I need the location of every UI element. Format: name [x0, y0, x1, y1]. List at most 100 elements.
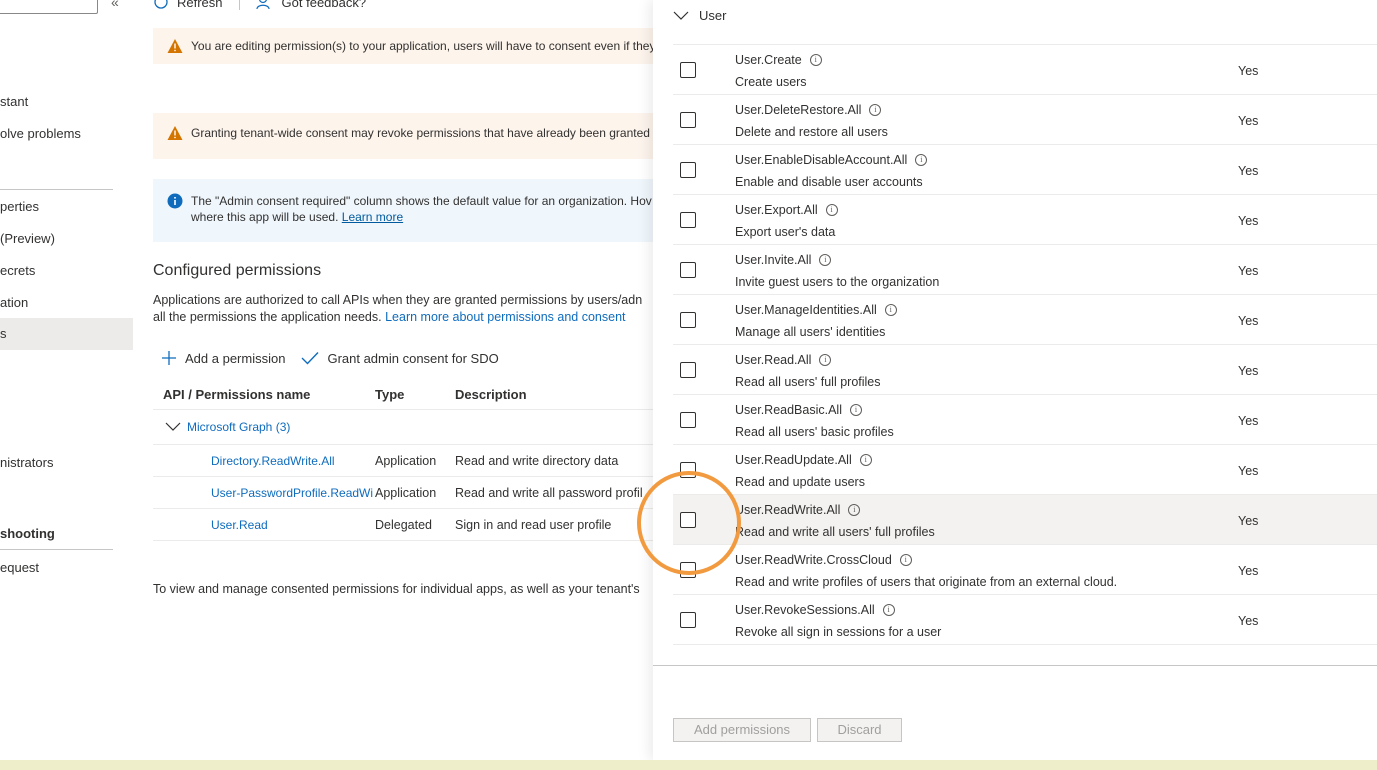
desc-line-2: all the permissions the application need…	[153, 309, 653, 326]
info-icon[interactable]: i	[819, 354, 832, 366]
info-icon[interactable]: i	[899, 554, 912, 566]
nav-item-secrets[interactable]: ecrets	[0, 255, 133, 287]
permissions-consent-link[interactable]: Learn more about permissions and consent	[385, 310, 625, 324]
group-microsoft-graph[interactable]: Microsoft Graph (3)	[153, 410, 653, 445]
permission-checkbox[interactable]	[680, 562, 696, 578]
permission-name: User.Create i	[735, 53, 822, 67]
permission-checkbox[interactable]	[680, 162, 696, 178]
admin-consent-required: Yes	[1238, 64, 1259, 78]
info-icon[interactable]: i	[825, 204, 838, 216]
refresh-button[interactable]: Refresh	[153, 0, 223, 10]
permission-name: User.ReadWrite.All i	[735, 503, 861, 517]
nav-item-diagnose-problems[interactable]: olve problems	[0, 118, 133, 150]
permission-name-link[interactable]: User-PasswordProfile.ReadWi	[153, 486, 375, 500]
permission-checkbox[interactable]	[680, 112, 696, 128]
permission-checkbox[interactable]	[680, 462, 696, 478]
refresh-label: Refresh	[177, 0, 223, 10]
info-icon[interactable]: i	[859, 454, 872, 466]
add-permission-button[interactable]: Add a permission	[161, 350, 285, 366]
nav-item-properties[interactable]: perties	[0, 191, 133, 223]
permission-description: Sign in and read user profile	[455, 517, 612, 532]
col-header-description[interactable]: Description	[455, 387, 653, 402]
learn-more-link[interactable]: Learn more	[342, 210, 403, 224]
nav-item-configuration[interactable]: ation	[0, 287, 133, 319]
left-nav: « stant olve problems perties (Preview) …	[0, 0, 133, 760]
permission-row-user-create: User.Create i Create users Yes	[673, 45, 1377, 95]
microsoft-graph-link[interactable]: Microsoft Graph (3)	[187, 420, 290, 434]
permission-checkbox[interactable]	[680, 362, 696, 378]
permission-name-link[interactable]: Directory.ReadWrite.All	[153, 454, 375, 468]
nav-item-new-support-request[interactable]: equest	[0, 552, 133, 584]
main-content: Refresh Got feedback? You are editing pe…	[153, 0, 653, 760]
plus-icon	[162, 351, 176, 365]
info-icon[interactable]: i	[848, 504, 861, 516]
discard-button[interactable]: Discard	[817, 718, 902, 742]
permission-name-link[interactable]: User.Read	[153, 518, 375, 532]
admin-consent-required: Yes	[1238, 114, 1259, 128]
editing-warning-text: You are editing permission(s) to your ap…	[191, 39, 653, 53]
permission-description: Read all users' full profiles	[735, 375, 881, 389]
permission-name: User.Read.All i	[735, 353, 832, 367]
permission-name-text: User.ReadUpdate.All	[735, 453, 852, 467]
permission-name: User.ManageIdentities.All i	[735, 303, 897, 317]
permission-name-text: User.Invite.All	[735, 253, 812, 267]
permission-checkbox[interactable]	[680, 62, 696, 78]
admin-consent-required: Yes	[1238, 364, 1259, 378]
admin-consent-required: Yes	[1238, 214, 1259, 228]
permission-checkbox[interactable]	[680, 512, 696, 528]
permission-checkbox[interactable]	[680, 612, 696, 628]
info-icon[interactable]: i	[869, 104, 882, 116]
info-icon[interactable]: i	[915, 154, 928, 166]
permission-description: Read and update users	[735, 475, 865, 489]
add-permissions-button[interactable]: Add permissions	[673, 718, 811, 742]
info-icon[interactable]: i	[850, 404, 862, 416]
permission-description: Create users	[735, 75, 807, 89]
info-icon[interactable]: i	[882, 604, 895, 616]
admin-consent-required: Yes	[1238, 164, 1259, 178]
permission-checkbox[interactable]	[680, 212, 696, 228]
info-line-1: The "Admin consent required" column show…	[191, 194, 652, 208]
nav-item-assistant[interactable]: stant	[0, 86, 133, 118]
permission-name-text: User.Read.All	[735, 353, 812, 367]
permission-name: User.EnableDisableAccount.All i	[735, 153, 928, 167]
permission-group-user[interactable]: User	[673, 8, 726, 23]
user-permissions-list: User.Create i Create users Yes User.Delet…	[673, 44, 1377, 645]
permission-description: Read and write profiles of users that or…	[735, 575, 1118, 589]
admin-consent-info-banner: The "Admin consent required" column show…	[153, 179, 653, 242]
nav-item-preview[interactable]: (Preview)	[0, 223, 133, 255]
checkmark-icon	[301, 352, 319, 365]
editing-warning-banner: You are editing permission(s) to your ap…	[153, 28, 653, 64]
consent-warning-text: Granting tenant-wide consent may revoke …	[191, 126, 650, 140]
nav-section-troubleshooting: shooting	[0, 526, 55, 541]
info-icon[interactable]: i	[809, 54, 822, 66]
info-text: The "Admin consent required" column show…	[191, 193, 652, 225]
permission-description: Read and write all users' full profiles	[735, 525, 935, 539]
feedback-person-icon	[255, 0, 270, 10]
permission-name: User.Invite.All i	[735, 253, 832, 267]
permission-checkbox[interactable]	[680, 312, 696, 328]
permission-description: Manage all users' identities	[735, 325, 886, 339]
nav-item-api-permissions[interactable]: s	[0, 318, 133, 350]
toolbar: Refresh Got feedback?	[153, 0, 366, 12]
permission-description: Invite guest users to the organization	[735, 275, 940, 289]
collapse-nav-icon[interactable]: «	[111, 0, 119, 10]
table-row: User-PasswordProfile.ReadWi Application …	[153, 477, 653, 509]
col-header-type[interactable]: Type	[375, 387, 455, 402]
info-icon[interactable]: i	[884, 304, 897, 316]
feedback-button[interactable]: Got feedback?	[255, 0, 366, 10]
permission-name: User.ReadWrite.CrossCloud i	[735, 553, 912, 567]
grant-admin-consent-button[interactable]: Grant admin consent for SDO	[301, 351, 499, 366]
taskbar-strip	[0, 760, 1377, 770]
col-header-name[interactable]: API / Permissions name	[153, 387, 375, 402]
permission-row-user-readbasic-all: User.ReadBasic.All i Read all users' basi…	[673, 395, 1377, 445]
permission-checkbox[interactable]	[680, 412, 696, 428]
nav-item-administrators[interactable]: nistrators	[0, 447, 133, 479]
consented-permissions-note: To view and manage consented permissions…	[153, 582, 640, 596]
nav-search-input[interactable]	[0, 0, 98, 14]
nav-divider	[0, 549, 113, 550]
info-icon[interactable]: i	[819, 254, 832, 266]
permission-description: Read all users' basic profiles	[735, 425, 894, 439]
permission-checkbox[interactable]	[680, 262, 696, 278]
permission-name-text: User.ReadWrite.All	[735, 503, 841, 517]
warning-icon	[167, 126, 183, 140]
